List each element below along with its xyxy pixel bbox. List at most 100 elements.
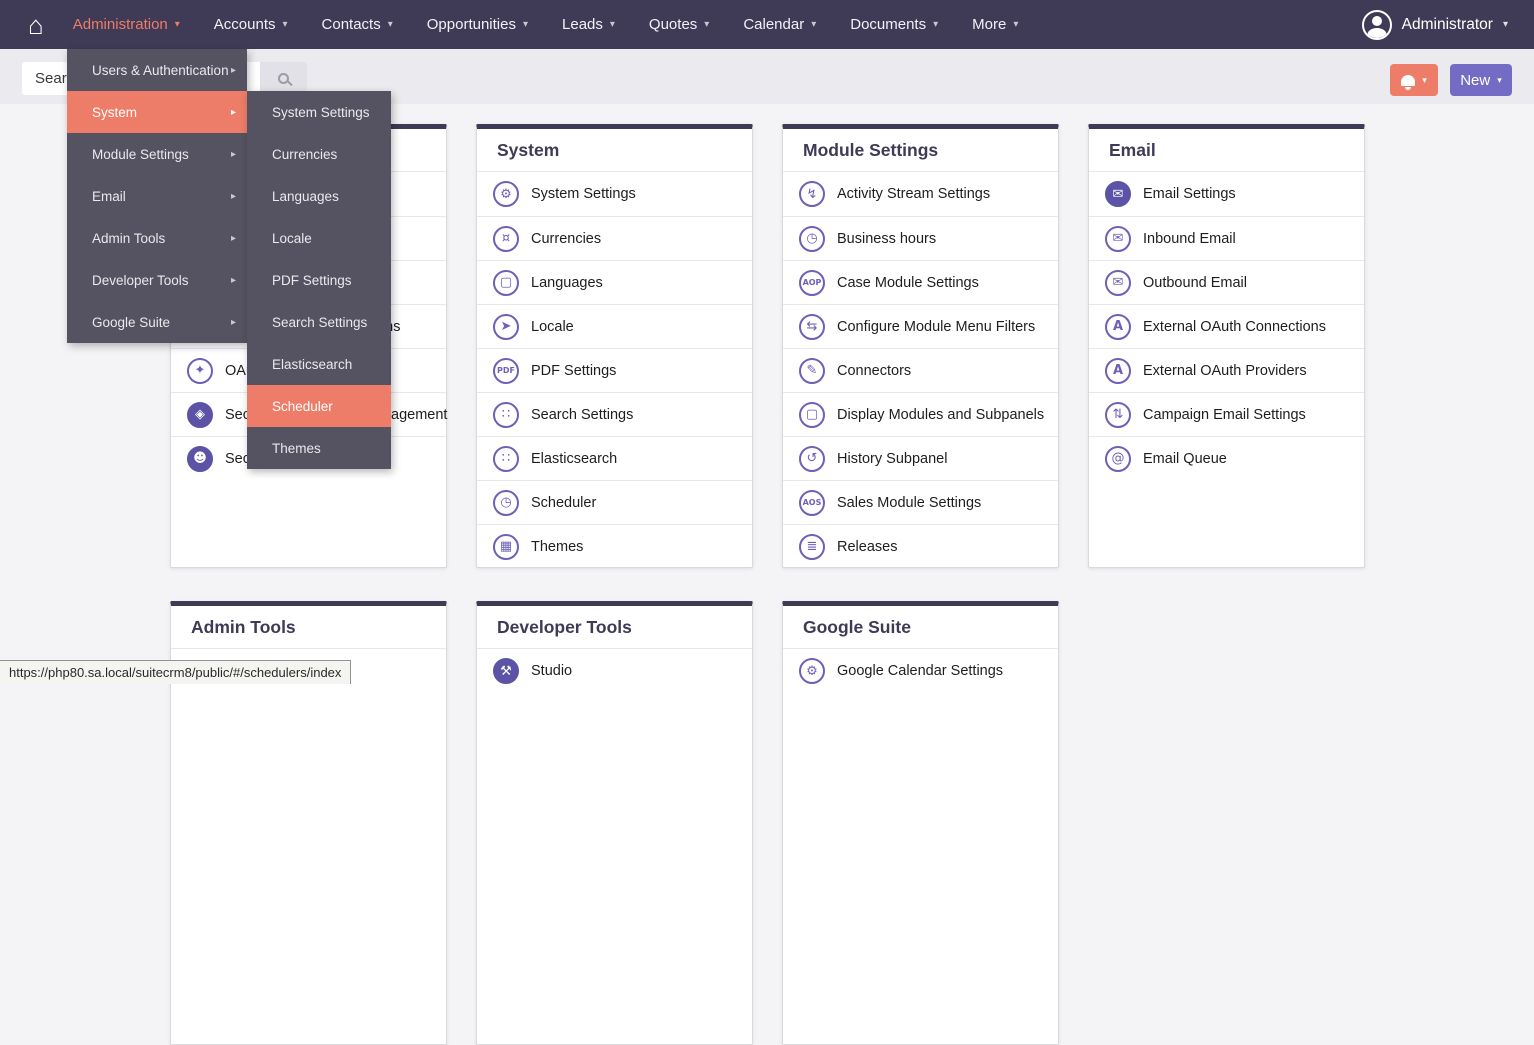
chevron-down-icon: ▾ bbox=[1497, 75, 1502, 86]
admin-link-google-calendar-settings[interactable]: ⚙ Google Calendar Settings bbox=[783, 649, 1058, 693]
nav-item-opportunities[interactable]: Opportunities ▾ bbox=[410, 0, 545, 49]
clock-icon: ◷ bbox=[493, 490, 519, 516]
admin-link-scheduler[interactable]: ◷ Scheduler bbox=[477, 480, 752, 524]
admin-link-label: Scheduler bbox=[531, 495, 596, 511]
card-developer-tools: Developer Tools ⚒ Studio bbox=[476, 601, 753, 1045]
card-system: System ⚙ System Settings ¤ Currencies ▢ … bbox=[476, 124, 753, 568]
monitor-icon: ▢ bbox=[799, 402, 825, 428]
coins-icon: ¤ bbox=[493, 226, 519, 252]
new-button[interactable]: New ▾ bbox=[1450, 64, 1512, 96]
admin-link-email-queue[interactable]: @ Email Queue bbox=[1089, 436, 1364, 480]
menu-item-email[interactable]: Email ▸ bbox=[67, 175, 247, 217]
menu-item-label: Search Settings bbox=[272, 315, 367, 330]
admin-link-system-settings[interactable]: ⚙ System Settings bbox=[477, 172, 752, 216]
card-title: System bbox=[477, 129, 752, 172]
admin-link-languages[interactable]: ▢ Languages bbox=[477, 260, 752, 304]
submenu-item-scheduler[interactable]: Scheduler bbox=[247, 385, 391, 427]
nav-item-documents[interactable]: Documents ▾ bbox=[833, 0, 955, 49]
submenu-item-system-settings[interactable]: System Settings bbox=[247, 91, 391, 133]
card-title: Admin Tools bbox=[171, 606, 446, 649]
admin-link-pdf-settings[interactable]: PDF PDF Settings bbox=[477, 348, 752, 392]
administration-dropdown: Users & Authentication ▸ System ▸ Module… bbox=[67, 49, 247, 343]
admin-link-outbound-email[interactable]: ✉ Outbound Email bbox=[1089, 260, 1364, 304]
admin-link-configure-module-menu-filters[interactable]: ⇆ Configure Module Menu Filters bbox=[783, 304, 1058, 348]
admin-link-display-modules-subpanels[interactable]: ▢ Display Modules and Subpanels bbox=[783, 392, 1058, 436]
nav-item-quotes[interactable]: Quotes ▾ bbox=[632, 0, 726, 49]
menu-item-system[interactable]: System ▸ bbox=[67, 91, 247, 133]
submenu-item-elasticsearch[interactable]: Elasticsearch bbox=[247, 343, 391, 385]
admin-link-releases[interactable]: ≣ Releases bbox=[783, 524, 1058, 568]
lock-icon: ◈ bbox=[187, 402, 213, 428]
submenu-item-languages[interactable]: Languages bbox=[247, 175, 391, 217]
lightning-icon: ↯ bbox=[799, 181, 825, 207]
admin-link-label: External OAuth Connections bbox=[1143, 319, 1326, 335]
admin-link-campaign-email-settings[interactable]: ⇅ Campaign Email Settings bbox=[1089, 392, 1364, 436]
studio-tools-icon: ⚒ bbox=[493, 658, 519, 684]
admin-link-currencies[interactable]: ¤ Currencies bbox=[477, 216, 752, 260]
admin-link-elasticsearch[interactable]: ∷ Elasticsearch bbox=[477, 436, 752, 480]
user-menu[interactable]: Administrator ▾ bbox=[1362, 10, 1508, 40]
submenu-item-themes[interactable]: Themes bbox=[247, 427, 391, 469]
card-title: Email bbox=[1089, 129, 1364, 172]
nav-item-accounts[interactable]: Accounts ▾ bbox=[197, 0, 305, 49]
admin-link-studio[interactable]: ⚒ Studio bbox=[477, 649, 752, 693]
admin-link-history-subpanel[interactable]: ↺ History Subpanel bbox=[783, 436, 1058, 480]
admin-link-external-oauth-connections[interactable]: A External OAuth Connections bbox=[1089, 304, 1364, 348]
admin-link-label: PDF Settings bbox=[531, 363, 616, 379]
chevron-down-icon: ▾ bbox=[704, 19, 709, 30]
admin-link-external-oauth-providers[interactable]: A External OAuth Providers bbox=[1089, 348, 1364, 392]
admin-link-sales-module-settings[interactable]: AOS Sales Module Settings bbox=[783, 480, 1058, 524]
nav-item-label: Opportunities bbox=[427, 16, 516, 33]
gear-icon: ⚙ bbox=[799, 658, 825, 684]
admin-link-business-hours[interactable]: ◷ Business hours bbox=[783, 216, 1058, 260]
oauth-a-icon: A bbox=[1105, 358, 1131, 384]
admin-link-label: Connectors bbox=[837, 363, 911, 379]
submenu-item-locale[interactable]: Locale bbox=[247, 217, 391, 259]
admin-link-connectors[interactable]: ✎ Connectors bbox=[783, 348, 1058, 392]
chevron-down-icon: ▾ bbox=[811, 19, 816, 30]
menu-item-module-settings[interactable]: Module Settings ▸ bbox=[67, 133, 247, 175]
menu-item-label: Module Settings bbox=[92, 147, 189, 162]
admin-link-locale[interactable]: ➤ Locale bbox=[477, 304, 752, 348]
aos-badge-icon: AOS bbox=[799, 490, 825, 516]
admin-link-email-settings[interactable]: ✉ Email Settings bbox=[1089, 172, 1364, 216]
menu-item-developer-tools[interactable]: Developer Tools ▸ bbox=[67, 259, 247, 301]
admin-link-inbound-email[interactable]: ✉ Inbound Email bbox=[1089, 216, 1364, 260]
home-icon[interactable]: ⌂ bbox=[28, 12, 44, 38]
nav-item-calendar[interactable]: Calendar ▾ bbox=[726, 0, 833, 49]
menu-item-label: Admin Tools bbox=[92, 231, 165, 246]
admin-link-label: Outbound Email bbox=[1143, 275, 1247, 291]
nav-item-leads[interactable]: Leads ▾ bbox=[545, 0, 632, 49]
submenu-item-pdf-settings[interactable]: PDF Settings bbox=[247, 259, 391, 301]
submenu-item-currencies[interactable]: Currencies bbox=[247, 133, 391, 175]
link-preview-tooltip: https://php80.sa.local/suitecrm8/public/… bbox=[0, 660, 351, 684]
menu-item-users-authentication[interactable]: Users & Authentication ▸ bbox=[67, 49, 247, 91]
nav-item-label: Documents bbox=[850, 16, 926, 33]
submenu-item-search-settings[interactable]: Search Settings bbox=[247, 301, 391, 343]
users-group-icon: ☻ bbox=[187, 446, 213, 472]
admin-link-label: Activity Stream Settings bbox=[837, 186, 990, 202]
notifications-button[interactable]: ▾ bbox=[1390, 64, 1438, 96]
nav-item-more[interactable]: More ▾ bbox=[955, 0, 1035, 49]
admin-link-label: External OAuth Providers bbox=[1143, 363, 1307, 379]
monitor-icon: ▢ bbox=[493, 270, 519, 296]
admin-link-label: Display Modules and Subpanels bbox=[837, 407, 1044, 423]
chevron-right-icon: ▸ bbox=[231, 233, 236, 244]
layers-icon: ≣ bbox=[799, 534, 825, 560]
nav-item-administration[interactable]: Administration ▾ bbox=[56, 0, 197, 49]
admin-link-activity-stream-settings[interactable]: ↯ Activity Stream Settings bbox=[783, 172, 1058, 216]
admin-link-themes[interactable]: ▦ Themes bbox=[477, 524, 752, 568]
search-group-icon: ∷ bbox=[493, 402, 519, 428]
new-button-label: New bbox=[1460, 72, 1490, 89]
filters-icon: ⇆ bbox=[799, 314, 825, 340]
menu-item-label: PDF Settings bbox=[272, 273, 352, 288]
menu-item-google-suite[interactable]: Google Suite ▸ bbox=[67, 301, 247, 343]
nav-item-label: Contacts bbox=[322, 16, 381, 33]
admin-link-search-settings[interactable]: ∷ Search Settings bbox=[477, 392, 752, 436]
themes-icon: ▦ bbox=[493, 534, 519, 560]
menu-item-admin-tools[interactable]: Admin Tools ▸ bbox=[67, 217, 247, 259]
nav-item-contacts[interactable]: Contacts ▾ bbox=[305, 0, 410, 49]
chevron-right-icon: ▸ bbox=[231, 107, 236, 118]
top-navbar: ⌂ Administration ▾ Accounts ▾ Contacts ▾… bbox=[0, 0, 1534, 49]
admin-link-case-module-settings[interactable]: AOP Case Module Settings bbox=[783, 260, 1058, 304]
